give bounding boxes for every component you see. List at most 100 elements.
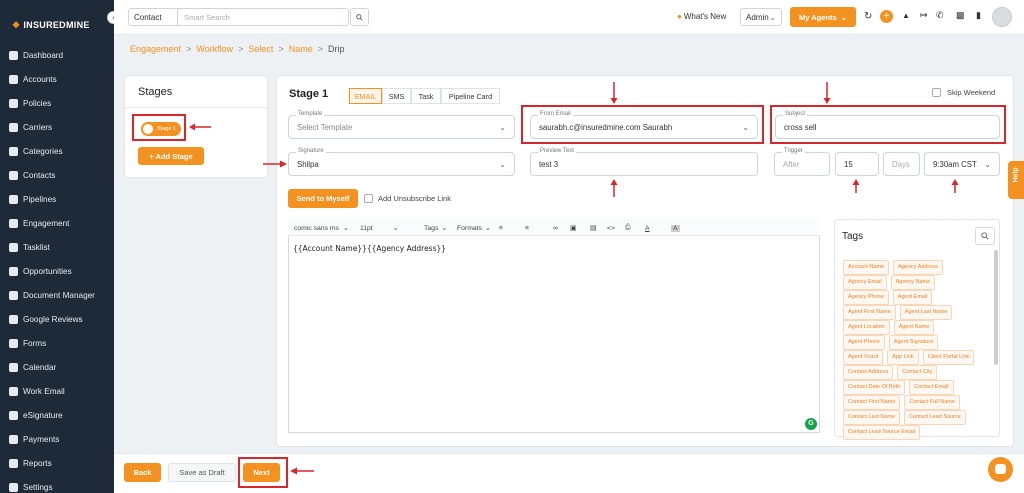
sidebar-item-label: Pipelines: [23, 194, 57, 204]
sidebar-item-work-email[interactable]: Work Email: [9, 384, 65, 398]
tag-chip[interactable]: Contact Lead Source Email: [843, 425, 920, 440]
tag-row: Contact Address Contact City: [841, 363, 991, 380]
folder-icon: [9, 290, 18, 300]
trigger-select[interactable]: Trigger After: [774, 148, 830, 176]
sidebar-item-carriers[interactable]: Carriers: [9, 120, 52, 134]
checkbox[interactable]: [932, 88, 941, 97]
sidebar-item-policies[interactable]: Policies: [9, 96, 51, 110]
chip-icon[interactable]: ▩: [956, 10, 965, 21]
print-icon[interactable]: ⎙: [625, 222, 630, 234]
sidebar: ❖ INSUREDMINE Dashboard Accounts Policies Ca…: [0, 0, 114, 493]
sidebar-item-opportunities[interactable]: Opportunities: [9, 264, 72, 278]
sidebar-item-categories[interactable]: Categories: [9, 144, 63, 158]
tab-sms[interactable]: SMS: [382, 88, 411, 104]
mail-icon: [9, 386, 18, 396]
sidebar-item-forms[interactable]: Forms: [9, 336, 46, 350]
tab-email[interactable]: EMAIL: [349, 88, 382, 104]
whats-new-link[interactable]: ● What's New: [677, 12, 726, 21]
signature-select[interactable]: Signature Shilpa ⌄: [288, 148, 515, 176]
bell-icon[interactable]: ▲: [902, 11, 910, 20]
sidebar-item-settings[interactable]: Settings: [9, 480, 53, 493]
my-agents-button[interactable]: My Agents ⌄: [790, 7, 856, 27]
media-icon[interactable]: ▤: [590, 222, 596, 234]
editor-body[interactable]: {{Account Name}}{{Agency Address}}: [293, 244, 446, 253]
chevron-down-icon: ⌄: [840, 12, 847, 22]
sidebar-item-label: Opportunities: [23, 266, 72, 276]
template-select[interactable]: Template Select Template ⌄: [288, 111, 515, 139]
tab-pipeline-card[interactable]: Pipeline Card: [441, 88, 500, 104]
sidebar-item-engagement[interactable]: Engagement: [9, 216, 69, 230]
skip-weekend-toggle[interactable]: Skip Weekend: [932, 88, 995, 97]
checkbox[interactable]: [364, 194, 373, 203]
refresh-icon[interactable]: ↻: [864, 11, 872, 22]
tag-row: Agent Vcard App Link Client Portal Link: [841, 348, 991, 365]
breadcrumb-item: Drip: [327, 44, 345, 54]
breadcrumb-separator-icon: >: [186, 44, 192, 54]
mobile-icon[interactable]: ▮: [976, 10, 981, 21]
code-icon[interactable]: <>: [607, 222, 615, 234]
stage-title: Stage 1: [289, 88, 329, 100]
font-size-select[interactable]: 11pt ⌄: [360, 222, 398, 234]
breadcrumb-item[interactable]: Name: [289, 44, 313, 54]
sidebar-item-pipelines[interactable]: Pipelines: [9, 192, 56, 206]
chat-button[interactable]: [988, 457, 1013, 482]
preview-text-input[interactable]: Preview Text test 3: [530, 148, 758, 176]
sidebar-item-label: Dashboard: [23, 50, 64, 60]
link-icon[interactable]: ∞: [553, 222, 558, 234]
bullet-list-icon[interactable]: ≡: [499, 222, 503, 234]
admin-select[interactable]: Admin ⌄: [740, 8, 782, 26]
avatar[interactable]: [992, 7, 1012, 27]
trigger-time-select[interactable]: 9:30am CST ⌄: [924, 152, 1000, 176]
search-button[interactable]: [350, 8, 369, 26]
back-button[interactable]: Back: [124, 463, 161, 482]
tag-row: Agency Phone Agent Email: [841, 288, 991, 305]
grammarly-icon[interactable]: G: [805, 418, 817, 430]
add-unsubscribe-toggle[interactable]: Add Unsubscribe Link: [364, 194, 451, 203]
sidebar-item-label: Contacts: [23, 170, 56, 180]
breadcrumb-item[interactable]: Engagement: [130, 44, 181, 54]
help-tab[interactable]: Help: [1008, 161, 1024, 199]
tag-row: Agency Email Agency Name: [841, 273, 991, 290]
numbered-list-icon[interactable]: ≡: [525, 222, 529, 234]
add-stage-button[interactable]: + Add Stage: [138, 147, 204, 165]
sidebar-item-tasklist[interactable]: Tasklist: [9, 240, 50, 254]
add-icon[interactable]: +: [880, 10, 893, 23]
divider: [125, 107, 267, 108]
top-bar: Contact⌄ Smart Search ●What's New Admin⌄…: [114, 0, 1024, 35]
phone-icon[interactable]: ✆: [936, 10, 944, 21]
sidebar-item-esignature[interactable]: eSignature: [9, 408, 63, 422]
font-family-select[interactable]: comic sans ms ⌄: [294, 222, 349, 234]
sidebar-item-label: Document Manager: [23, 290, 95, 300]
sidebar-item-document-manager[interactable]: Document Manager: [9, 288, 95, 302]
sidebar-item-label: Forms: [23, 338, 47, 348]
smart-search-input[interactable]: Smart Search: [177, 8, 349, 26]
tags-menu[interactable]: Tags ⌄: [424, 222, 447, 234]
sidebar-item-calendar[interactable]: Calendar: [9, 360, 56, 374]
tags-search-button[interactable]: [975, 227, 995, 245]
background-color-icon[interactable]: A: [671, 222, 680, 234]
sidebar-item-contacts[interactable]: Contacts: [9, 168, 55, 182]
sidebar-item-dashboard[interactable]: Dashboard: [9, 48, 63, 62]
tab-task[interactable]: Task: [411, 88, 441, 104]
sidebar-item-google-reviews[interactable]: Google Reviews: [9, 312, 83, 326]
image-icon[interactable]: ▣: [570, 222, 576, 234]
trigger-number-input[interactable]: 15: [835, 152, 879, 176]
save-as-draft-button[interactable]: Save as Draft: [168, 463, 236, 482]
tags-panel: Tags Account Name Agency Address Agency Em…: [834, 219, 1000, 440]
chat-icon: [995, 464, 1006, 474]
send-to-myself-button[interactable]: Send to Myself: [288, 189, 358, 208]
sidebar-item-accounts[interactable]: Accounts: [9, 72, 57, 86]
breadcrumb-item[interactable]: Select: [248, 44, 273, 54]
text-color-icon[interactable]: A: [645, 222, 650, 234]
highlight-box: [521, 105, 764, 144]
tags-title: Tags: [842, 231, 864, 242]
formats-menu[interactable]: Formats ⌄: [457, 222, 491, 234]
sidebar-item-reports[interactable]: Reports: [9, 456, 52, 470]
breadcrumb-item[interactable]: Workflow: [196, 44, 233, 54]
logout-icon[interactable]: ↦: [920, 10, 928, 21]
arrow-right-icon: [263, 160, 287, 168]
trigger-unit-select[interactable]: Days: [883, 152, 920, 176]
tasklist-icon: [9, 242, 18, 252]
sidebar-item-payments[interactable]: Payments: [9, 432, 59, 446]
tags-scrollbar[interactable]: [994, 250, 998, 365]
